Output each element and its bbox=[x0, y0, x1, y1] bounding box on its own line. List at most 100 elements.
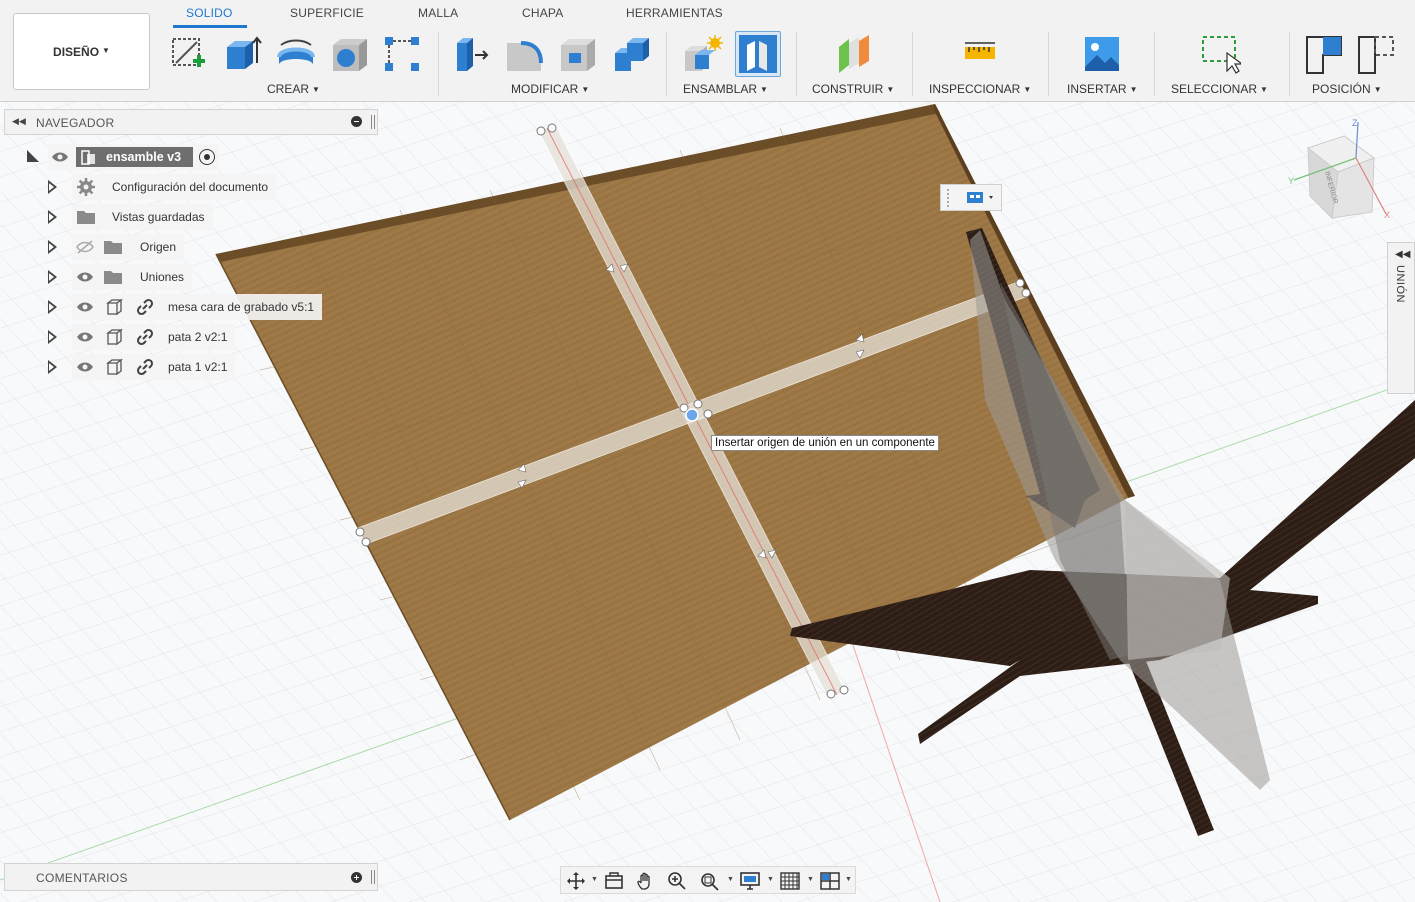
divider bbox=[912, 32, 913, 96]
tab-solido[interactable]: SOLIDO bbox=[186, 6, 233, 20]
group-seleccionar-label: SELECCIONAR bbox=[1171, 82, 1258, 96]
tree-item-label: Vistas guardadas bbox=[112, 210, 205, 224]
group-insertar[interactable]: INSERTAR ▼ bbox=[1067, 82, 1138, 96]
eye-hidden-icon[interactable] bbox=[72, 240, 98, 254]
add-comment-icon[interactable] bbox=[351, 872, 362, 883]
zoom-icon[interactable] bbox=[665, 871, 691, 891]
chamfer-icon[interactable] bbox=[556, 32, 600, 76]
mini-toolbar bbox=[940, 184, 1002, 211]
drag-handle[interactable] bbox=[947, 189, 951, 207]
folder-icon bbox=[72, 209, 100, 225]
pattern-icon[interactable] bbox=[380, 32, 424, 76]
viewports-icon[interactable] bbox=[817, 871, 843, 891]
eye-icon[interactable] bbox=[72, 271, 98, 283]
group-inspeccionar[interactable]: INSPECCIONAR ▼ bbox=[929, 82, 1031, 96]
look-at-icon[interactable] bbox=[601, 871, 627, 891]
expand-triangle-icon[interactable] bbox=[48, 300, 57, 314]
browser-header[interactable]: ◀◀ NAVEGADOR bbox=[4, 109, 378, 135]
tree-item-label: pata 2 v2:1 bbox=[168, 330, 228, 344]
display-settings-icon[interactable] bbox=[737, 871, 763, 891]
capture-position-icon[interactable] bbox=[1302, 32, 1346, 76]
eye-icon[interactable] bbox=[48, 151, 72, 163]
collapse-browser-icon[interactable]: ◀◀ bbox=[12, 116, 26, 127]
folder-icon bbox=[98, 269, 128, 285]
tab-chapa[interactable]: CHAPA bbox=[522, 6, 563, 20]
revolve-icon[interactable] bbox=[274, 32, 318, 76]
group-crear-label: CREAR bbox=[267, 82, 310, 96]
window-select-icon[interactable] bbox=[1198, 32, 1242, 76]
group-crear[interactable]: CREAR ▼ bbox=[267, 82, 320, 96]
group-modificar-label: MODIFICAR bbox=[511, 82, 579, 96]
tree-item-label: Configuración del documento bbox=[112, 180, 269, 194]
eye-icon[interactable] bbox=[72, 301, 98, 313]
component-icon bbox=[98, 358, 130, 376]
pin-icon[interactable] bbox=[371, 115, 375, 129]
divider bbox=[1154, 32, 1155, 96]
side-panel-label: UNIÓN bbox=[1394, 265, 1406, 303]
component-icon bbox=[98, 298, 130, 316]
eye-icon[interactable] bbox=[72, 361, 98, 373]
joint-side-panel[interactable]: ◀◀ UNIÓN bbox=[1387, 242, 1415, 394]
folder-icon bbox=[98, 239, 128, 255]
combine-icon[interactable] bbox=[610, 32, 654, 76]
group-seleccionar[interactable]: SELECCIONAR ▼ bbox=[1171, 82, 1268, 96]
workspace-dropdown[interactable]: DISEÑO ▼ bbox=[13, 13, 150, 90]
pin-icon[interactable] bbox=[371, 870, 375, 884]
pan-hand-icon[interactable] bbox=[633, 871, 659, 891]
tree-item-component-pata2[interactable]: pata 2 v2:1 bbox=[48, 324, 236, 350]
joint-icon[interactable] bbox=[735, 31, 781, 77]
browser-minus-icon[interactable] bbox=[351, 116, 362, 127]
tree-item-document-settings[interactable]: Configuración del documento bbox=[48, 174, 277, 200]
measure-icon[interactable] bbox=[958, 32, 1002, 76]
group-posicion[interactable]: POSICIÓN ▼ bbox=[1312, 82, 1382, 96]
create-sketch-icon[interactable] bbox=[166, 32, 210, 76]
fit-icon[interactable] bbox=[697, 871, 723, 891]
tree-item-component-mesa[interactable]: mesa cara de grabado v5:1 bbox=[48, 294, 323, 320]
comments-title: COMENTARIOS bbox=[36, 871, 128, 885]
grid-settings-icon[interactable] bbox=[777, 871, 803, 891]
expand-triangle-icon[interactable] bbox=[48, 330, 57, 344]
activate-radio-icon[interactable] bbox=[199, 149, 216, 165]
expand-triangle-icon[interactable] bbox=[48, 270, 57, 284]
expanded-triangle-icon[interactable] bbox=[27, 150, 39, 162]
tab-malla[interactable]: MALLA bbox=[418, 6, 458, 20]
revert-position-icon[interactable] bbox=[1354, 32, 1398, 76]
tab-superficie[interactable]: SUPERFICIE bbox=[290, 6, 364, 20]
extrude-icon[interactable] bbox=[220, 32, 264, 76]
tree-root[interactable]: ensamble v3 bbox=[22, 144, 220, 170]
expand-triangle-icon[interactable] bbox=[48, 240, 57, 254]
new-component-icon[interactable] bbox=[680, 32, 724, 76]
expand-triangle-icon[interactable] bbox=[48, 180, 57, 194]
caret-down-icon[interactable]: ▼ bbox=[591, 876, 598, 883]
display-mode-icon[interactable] bbox=[967, 191, 997, 208]
group-construir[interactable]: CONSTRUIR ▼ bbox=[812, 82, 894, 96]
tree-item-origin[interactable]: Origen bbox=[48, 234, 185, 260]
fillet-icon[interactable] bbox=[502, 32, 546, 76]
orbit-icon[interactable] bbox=[563, 871, 589, 891]
link-icon bbox=[130, 327, 160, 347]
tree-item-component-pata1[interactable]: pata 1 v2:1 bbox=[48, 354, 236, 380]
expand-triangle-icon[interactable] bbox=[48, 360, 57, 374]
group-modificar[interactable]: MODIFICAR ▼ bbox=[511, 82, 589, 96]
group-ensamblar[interactable]: ENSAMBLAR ▼ bbox=[683, 82, 768, 96]
group-construir-label: CONSTRUIR bbox=[812, 82, 884, 96]
insert-image-icon[interactable] bbox=[1080, 32, 1124, 76]
tree-item-joints[interactable]: Uniones bbox=[48, 264, 193, 290]
tab-herramientas[interactable]: HERRAMIENTAS bbox=[626, 6, 723, 20]
expand-triangle-icon[interactable] bbox=[48, 210, 57, 224]
collapse-icon[interactable]: ◀◀ bbox=[1395, 249, 1410, 260]
eye-icon[interactable] bbox=[72, 331, 98, 343]
caret-down-icon[interactable]: ▼ bbox=[807, 876, 814, 883]
offset-plane-icon[interactable] bbox=[832, 32, 876, 76]
joint-origin-marker bbox=[685, 408, 699, 422]
caret-down-icon[interactable]: ▼ bbox=[845, 876, 852, 883]
press-pull-icon[interactable] bbox=[448, 32, 492, 76]
caret-down-icon[interactable]: ▼ bbox=[767, 876, 774, 883]
group-insertar-label: INSERTAR bbox=[1067, 82, 1127, 96]
link-icon bbox=[130, 297, 160, 317]
comments-panel[interactable]: COMENTARIOS bbox=[4, 863, 378, 891]
tree-item-saved-views[interactable]: Vistas guardadas bbox=[48, 204, 213, 230]
caret-down-icon[interactable]: ▼ bbox=[727, 876, 734, 883]
shell-icon[interactable] bbox=[328, 32, 372, 76]
tree-item-label: Origen bbox=[140, 240, 177, 254]
